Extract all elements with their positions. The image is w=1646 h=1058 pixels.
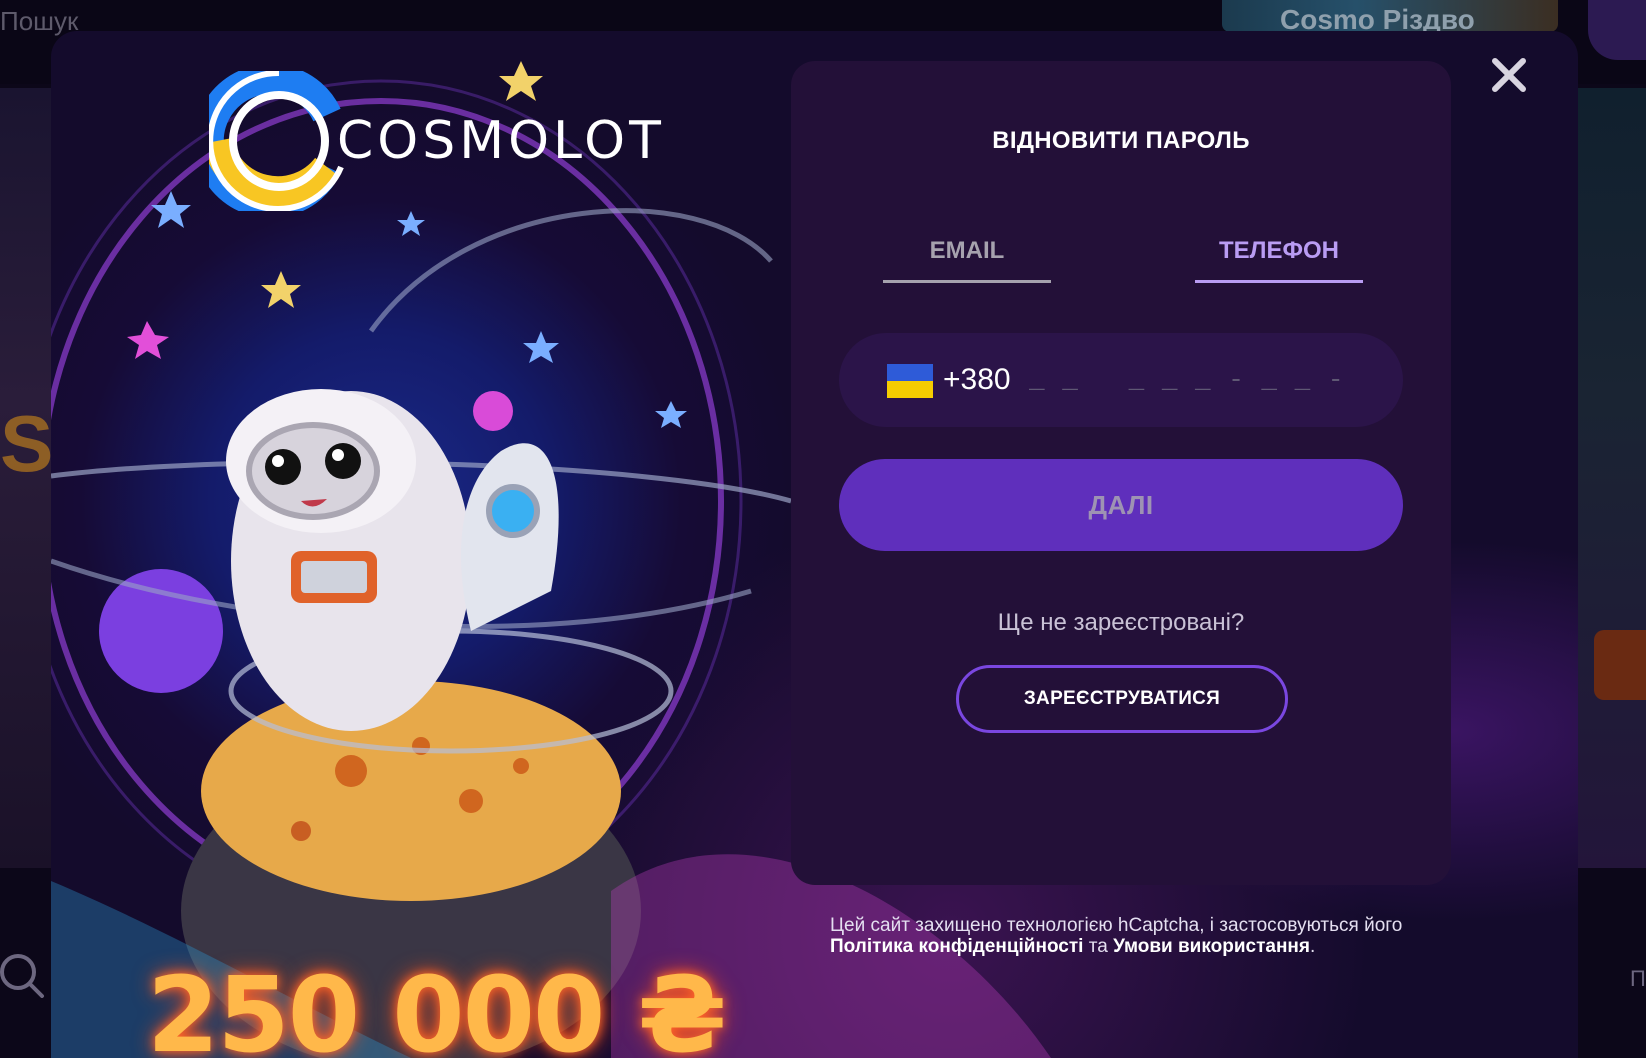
privacy-policy-link[interactable]: Політика конфіденційності [830,936,1083,957]
not-registered-text: Ще не зареєстровані? [997,609,1245,636]
hcaptcha-period: . [1310,936,1316,957]
terms-of-use-link[interactable]: Умови використання [1113,936,1310,957]
register-button[interactable]: ЗАРЕЄСТРУВАТИСЯ [956,665,1288,733]
panel-title: ВІДНОВИТИ ПАРОЛЬ [992,127,1250,154]
restore-password-panel: ВІДНОВИТИ ПАРОЛЬ EMAIL ТЕЛЕФОН +380 ДАЛІ… [791,61,1451,885]
close-icon [1492,58,1526,92]
prize-amount: 250 000 ₴ [147,954,727,1058]
cosmolot-logo[interactable]: COSMOLOT [209,71,661,211]
background-promo-banner: Cosmo Різдво [1222,0,1558,35]
restore-password-modal: COSMOLOT 250 000 ₴ ВІДНОВИТИ ПАРОЛЬ EMAI… [51,31,1578,1058]
background-header-button [1588,0,1646,60]
close-button[interactable] [1489,55,1529,95]
cosmolot-logo-mark-icon [209,71,344,211]
background-right-badge [1594,630,1646,700]
background-right-banner [1576,88,1646,868]
tab-phone[interactable]: ТЕЛЕФОН [1195,235,1363,283]
hcaptcha-notice: Цей сайт захищено технологією hCaptcha, … [830,915,1470,957]
tab-email[interactable]: EMAIL [883,235,1051,283]
background-left-letter: S [0,399,54,488]
background-search-icon [0,950,52,1010]
phone-input[interactable] [1029,355,1359,405]
hcaptcha-and-text: та [1088,936,1108,957]
hcaptcha-notice-text: Цей сайт захищено технологією hCaptcha, … [830,915,1403,936]
ukraine-flag-icon[interactable] [887,364,933,398]
cosmolot-wordmark: COSMOLOT [337,111,665,171]
background-bottom-right-text: П [1630,966,1646,991]
phone-field[interactable]: +380 [839,333,1403,427]
next-button[interactable]: ДАЛІ [839,459,1403,551]
dial-code: +380 [943,363,1011,396]
